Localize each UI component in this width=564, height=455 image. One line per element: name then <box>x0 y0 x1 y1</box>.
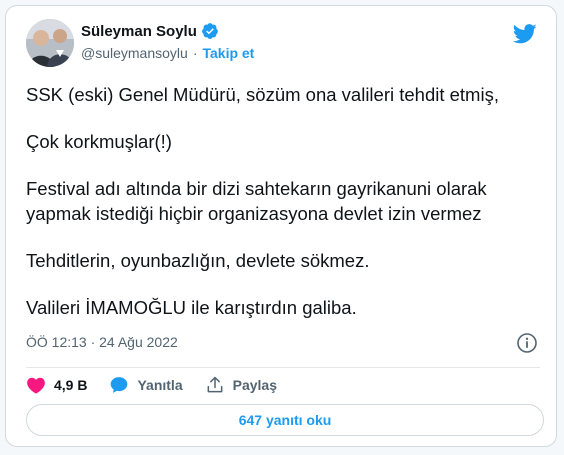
author-name-row: Süleyman Soylu <box>81 22 219 40</box>
reply-bubble-icon <box>111 377 128 393</box>
info-icon[interactable] <box>516 332 538 354</box>
reply-label: Yanıtla <box>137 377 183 393</box>
verified-badge-icon <box>201 22 219 40</box>
twitter-logo-icon[interactable] <box>512 24 537 44</box>
avatar[interactable] <box>26 19 74 67</box>
tweet-timestamp[interactable]: ÖÖ 12:13 · 24 Ağu 2022 <box>26 334 178 350</box>
share-button[interactable]: Paylaş <box>205 375 277 395</box>
tweet-line: SSK (eski) Genel Müdürü, sözüm ona valil… <box>26 84 499 105</box>
heart-icon <box>27 377 45 394</box>
separator-dot: · <box>192 45 198 61</box>
display-name[interactable]: Süleyman Soylu <box>81 23 197 40</box>
tweet-line: Çok korkmuşlar(!) <box>26 131 172 152</box>
user-handle[interactable]: @suleymansoylu <box>81 45 188 61</box>
tweet-line: Tehditlerin, oyunbazlığın, devlete sökme… <box>26 250 370 271</box>
handle-row: @suleymansoylu · Takip et <box>81 45 254 61</box>
tweet-line: Valileri İMAMOĞLU ile karıştırdın galiba… <box>26 297 357 318</box>
read-replies-button[interactable]: 647 yanıtı oku <box>26 404 544 436</box>
share-icon <box>207 376 223 393</box>
tweet-text: SSK (eski) Genel Müdürü, sözüm ona valil… <box>26 82 546 320</box>
tweet-line: Festival adı altında bir dizi sahtekarın… <box>26 178 487 224</box>
reply-button[interactable]: Yanıtla <box>109 375 183 395</box>
like-button[interactable]: 4,9 B <box>26 376 87 394</box>
tweet-card: Süleyman Soylu @suleymansoylu · Takip et… <box>5 5 557 447</box>
follow-button[interactable]: Takip et <box>202 45 254 61</box>
action-bar: 4,9 B Yanıtla Paylaş <box>26 374 299 396</box>
share-label: Paylaş <box>232 377 277 393</box>
divider <box>26 367 540 368</box>
like-count: 4,9 B <box>54 377 88 393</box>
